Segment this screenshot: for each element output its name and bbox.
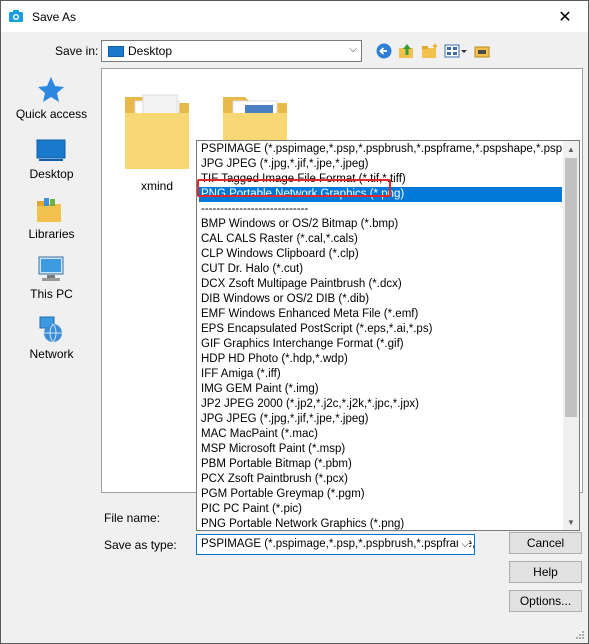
sidebar-item-label: Network xyxy=(29,347,74,361)
up-folder-button[interactable] xyxy=(398,42,416,60)
save-as-type-value: PSPIMAGE (*.pspimage,*.psp,*.pspbrush,*.… xyxy=(201,538,475,550)
star-icon xyxy=(38,77,64,102)
file-type-option[interactable]: IFF Amiga (*.iff) xyxy=(199,367,562,382)
file-type-option[interactable]: PNG Portable Network Graphics (*.png) xyxy=(199,517,562,530)
file-type-option[interactable]: IMG GEM Paint (*.img) xyxy=(199,382,562,397)
close-icon: ✕ xyxy=(558,8,572,26)
annotation-highlight-box xyxy=(197,179,391,197)
dropdown-scrollbar[interactable]: ▲ ▼ xyxy=(563,141,579,530)
file-type-option[interactable]: BMP Windows or OS/2 Bitmap (*.bmp) xyxy=(199,217,562,232)
new-folder-icon xyxy=(422,43,438,58)
file-type-option[interactable]: JPG JPEG (*.jpg,*.jif,*.jpe,*.jpeg) xyxy=(199,157,562,172)
chevron-down-icon: ⌵ xyxy=(458,535,469,554)
file-type-dropdown-list[interactable]: PSPIMAGE (*.pspimage,*.psp,*.pspbrush,*.… xyxy=(196,140,580,531)
camera-icon xyxy=(9,10,23,22)
file-type-option[interactable]: PBM Portable Bitmap (*.pbm) xyxy=(199,457,562,472)
folder-icon xyxy=(125,94,189,169)
save-as-dialog: Save As ✕ Save in: Desktop ⌵ Quick acces… xyxy=(0,0,589,644)
file-type-option[interactable]: ---------------------------- xyxy=(199,202,562,217)
file-name-label: xmind xyxy=(140,179,173,193)
scroll-thumb[interactable] xyxy=(565,158,577,417)
file-type-options: PSPIMAGE (*.pspimage,*.psp,*.pspbrush,*.… xyxy=(199,142,562,530)
scroll-down-icon[interactable]: ▼ xyxy=(563,514,579,530)
file-type-option[interactable]: MAC MacPaint (*.mac) xyxy=(199,427,562,442)
toolbar xyxy=(375,40,491,62)
view-menu-button[interactable] xyxy=(444,42,468,60)
close-button[interactable]: ✕ xyxy=(542,1,588,32)
libraries-icon xyxy=(37,198,61,222)
sidebar-item-label: Quick access xyxy=(15,107,88,121)
folder-options-button[interactable] xyxy=(473,42,491,60)
view-grid-icon xyxy=(444,44,467,58)
window-title: Save As xyxy=(32,10,77,24)
places-sidebar: Quick access Desktop Libraries This PC N… xyxy=(8,68,95,488)
file-type-option[interactable]: CLP Windows Clipboard (*.clp) xyxy=(199,247,562,262)
folder-view-icon xyxy=(474,46,490,58)
file-type-option[interactable]: PSPIMAGE (*.pspimage,*.psp,*.pspbrush,*.… xyxy=(199,142,562,157)
options-button[interactable]: Options... xyxy=(509,590,582,612)
save-in-value: Desktop xyxy=(128,44,173,58)
computer-icon xyxy=(38,256,64,281)
desktop-icon xyxy=(36,139,66,161)
file-type-option[interactable]: DCX Zsoft Multipage Paintbrush (*.dcx) xyxy=(199,277,562,292)
file-type-option[interactable]: PGM Portable Greymap (*.pgm) xyxy=(199,487,562,502)
network-icon xyxy=(39,316,62,343)
resize-grip-icon[interactable] xyxy=(575,630,585,640)
sidebar-item-network[interactable]: Network xyxy=(8,310,95,366)
sidebar-item-libraries[interactable]: Libraries xyxy=(8,190,95,246)
save-in-label: Save in: xyxy=(55,44,99,58)
folder-item[interactable]: xmind xyxy=(117,79,197,193)
desktop-icon xyxy=(108,45,124,57)
file-type-option[interactable]: MSP Microsoft Paint (*.msp) xyxy=(199,442,562,457)
save-in-dropdown[interactable]: Desktop ⌵ xyxy=(101,40,362,62)
file-type-option[interactable]: DIB Windows or OS/2 DIB (*.dib) xyxy=(199,292,562,307)
sidebar-item-label: Libraries xyxy=(28,227,75,241)
chevron-down-icon: ⌵ xyxy=(349,44,357,55)
file-type-option[interactable]: HDP HD Photo (*.hdp,*.wdp) xyxy=(199,352,562,367)
file-type-option[interactable]: EMF Windows Enhanced Meta File (*.emf) xyxy=(199,307,562,322)
file-type-option[interactable]: EPS Encapsulated PostScript (*.eps,*.ai,… xyxy=(199,322,562,337)
back-arrow-icon xyxy=(376,43,392,59)
file-name-label: File name: xyxy=(104,511,161,525)
new-folder-button[interactable] xyxy=(421,42,439,60)
cancel-button[interactable]: Cancel xyxy=(509,532,582,554)
file-type-option[interactable]: PCX Zsoft Paintbrush (*.pcx) xyxy=(199,472,562,487)
file-type-option[interactable]: GIF Graphics Interchange Format (*.gif) xyxy=(199,337,562,352)
sidebar-item-this-pc[interactable]: This PC xyxy=(8,250,95,306)
scroll-up-icon[interactable]: ▲ xyxy=(563,141,579,157)
up-folder-icon xyxy=(399,44,413,58)
save-as-type-label: Save as type: xyxy=(104,538,177,552)
sidebar-item-quick-access[interactable]: Quick access xyxy=(8,70,95,126)
back-button[interactable] xyxy=(375,42,393,60)
file-type-option[interactable]: CAL CALS Raster (*.cal,*.cals) xyxy=(199,232,562,247)
file-type-option[interactable]: JPG JPEG (*.jpg,*.jif,*.jpe,*.jpeg) xyxy=(199,412,562,427)
file-type-option[interactable]: CUT Dr. Halo (*.cut) xyxy=(199,262,562,277)
sidebar-item-label: Desktop xyxy=(29,167,74,181)
sidebar-item-desktop[interactable]: Desktop xyxy=(8,130,95,186)
save-as-type-dropdown[interactable]: PSPIMAGE (*.pspimage,*.psp,*.pspbrush,*.… xyxy=(196,534,475,555)
sidebar-item-label: This PC xyxy=(30,287,73,301)
help-button[interactable]: Help xyxy=(509,561,582,583)
title-bar: Save As ✕ xyxy=(1,1,588,32)
file-type-option[interactable]: PIC PC Paint (*.pic) xyxy=(199,502,562,517)
file-type-option[interactable]: JP2 JPEG 2000 (*.jp2,*.j2c,*.j2k,*.jpc,*… xyxy=(199,397,562,412)
